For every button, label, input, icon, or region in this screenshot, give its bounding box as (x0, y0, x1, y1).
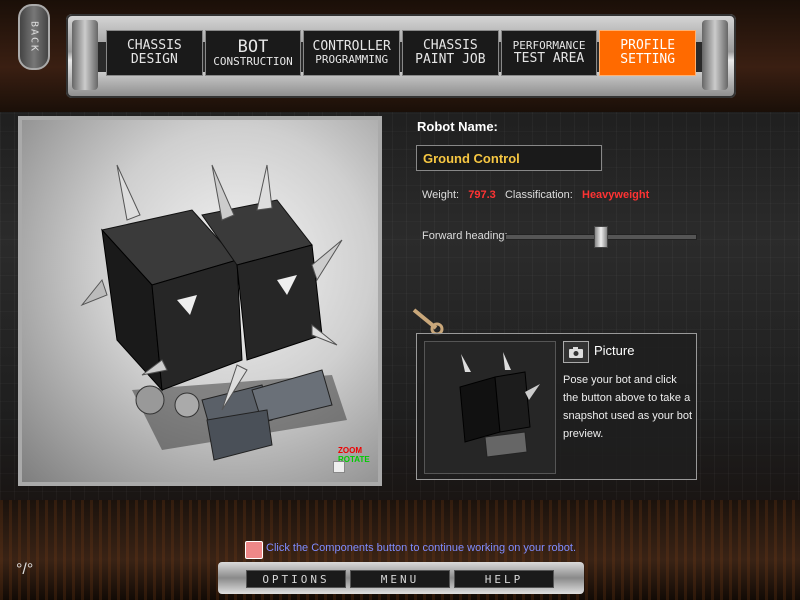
weight-label: Weight: (422, 189, 460, 201)
picture-description: Pose your bot and click the button above… (563, 374, 693, 440)
tab-line1: BOT (237, 36, 269, 57)
nav-right-cap (702, 20, 728, 90)
tab-line2: SETTING (620, 52, 676, 67)
classification-label: Classification: (504, 189, 573, 201)
nav-tabs: CHASSIS DESIGN BOT CONSTRUCTION CONTROLL… (106, 30, 697, 76)
tab-bot-construction[interactable]: BOT CONSTRUCTION (204, 30, 302, 76)
tab-line1: PROFILE (620, 37, 676, 53)
back-label: BACK (28, 20, 40, 54)
weight-value: 797.3 (468, 189, 496, 201)
tab-profile-setting[interactable]: PROFILE SETTING (599, 30, 697, 76)
tab-line2: DESIGN (130, 52, 178, 67)
wrench-cursor-icon (412, 308, 444, 336)
camera-icon (569, 346, 583, 358)
tab-line2: CONSTRUCTION (213, 55, 293, 69)
forward-heading-label: Forward heading: (422, 230, 508, 242)
view-cube-icon[interactable] (333, 461, 345, 473)
settings-dots-icon[interactable]: °/° (16, 561, 33, 579)
tab-line1: CHASSIS (422, 37, 478, 53)
robot-name-input[interactable] (416, 145, 602, 171)
tab-line2: TEST AREA (513, 50, 585, 66)
robot-name-label: Robot Name: (417, 119, 498, 134)
robot-3d-viewport[interactable] (18, 116, 382, 486)
tab-performance-test-area[interactable]: PERFORMANCE TEST AREA (500, 30, 598, 76)
tab-chassis-paint-job[interactable]: CHASSIS PAINT JOB (402, 30, 499, 76)
status-info-icon (245, 541, 263, 559)
tab-controller-programming[interactable]: CONTROLLER PROGRAMMING (303, 30, 401, 76)
take-snapshot-button[interactable] (563, 341, 589, 363)
tab-chassis-design[interactable]: CHASSIS DESIGN (106, 30, 203, 76)
nav-left-cap (72, 20, 98, 90)
picture-title: Picture (594, 343, 635, 358)
tab-line2: PROGRAMMING (315, 53, 389, 67)
weight-row: Weight: 797.3 Classification: Heavyweigh… (422, 189, 649, 201)
tab-line2: PAINT JOB (415, 52, 486, 67)
bot-preview-image (424, 341, 556, 474)
forward-heading-thumb[interactable] (594, 226, 608, 248)
status-message: Click the Components button to continue … (266, 542, 577, 554)
menu-button[interactable]: MENU (350, 570, 450, 588)
classification-value: Heavyweight (582, 189, 650, 201)
options-button[interactable]: OPTIONS (246, 570, 346, 588)
robot-model (80, 164, 347, 461)
back-button[interactable]: BACK (18, 4, 50, 70)
tab-line1: CONTROLLER (312, 38, 391, 54)
zoom-hint: ZOOM (338, 446, 362, 455)
tab-line1: CHASSIS (126, 37, 182, 53)
help-button[interactable]: HELP (454, 570, 554, 588)
bot-preview-thumbnail (459, 352, 540, 458)
